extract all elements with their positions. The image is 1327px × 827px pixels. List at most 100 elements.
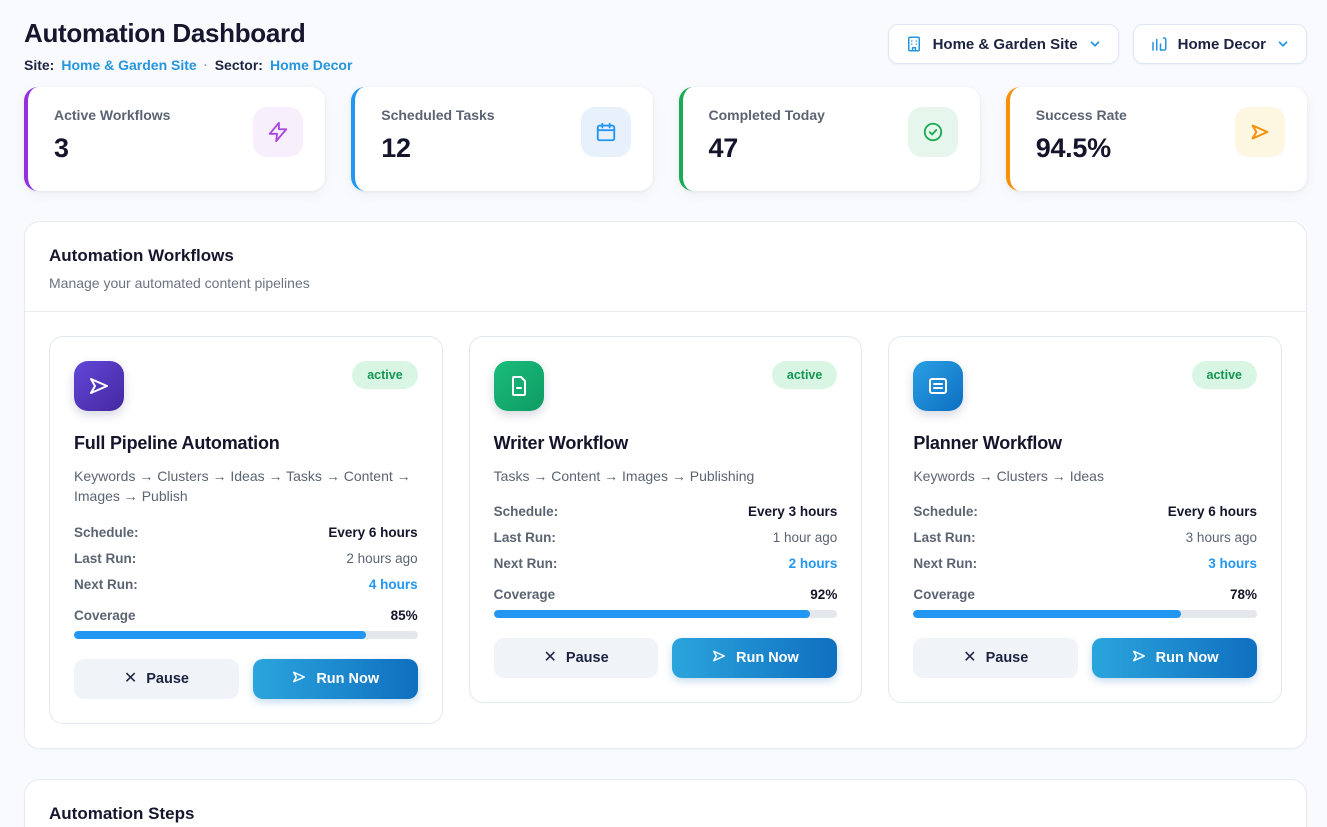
coverage-value: 92% [810, 587, 837, 602]
stat-label: Scheduled Tasks [381, 107, 494, 123]
header-left: Automation Dashboard Site: Home & Garden… [24, 18, 352, 73]
workflow-card-top: active [913, 361, 1257, 411]
pause-button[interactable]: ✕ Pause [74, 659, 239, 699]
header-dropdowns: Home & Garden Site Home Decor [888, 24, 1307, 64]
workflows-section-body: active Full Pipeline Automation Keywords… [25, 312, 1306, 748]
next-run-value: 4 hours [369, 577, 418, 592]
steps-section-title: Automation Steps [49, 804, 1282, 824]
run-now-button-label: Run Now [316, 671, 379, 687]
coverage-progress-track [913, 610, 1257, 618]
schedule-label: Schedule: [913, 504, 978, 519]
workflow-actions: ✕ Pause Run Now [74, 659, 418, 699]
stat-value: 94.5% [1036, 133, 1127, 164]
schedule-value: Every 3 hours [748, 504, 837, 519]
status-badge: active [1192, 361, 1257, 389]
site-label: Site: [24, 57, 54, 73]
last-run-value: 2 hours ago [346, 551, 417, 566]
next-run-row: Next Run: 4 hours [74, 577, 418, 592]
workflow-card-top: active [74, 361, 418, 411]
stat-value: 47 [709, 133, 825, 164]
coverage-row: Coverage 78% [913, 587, 1257, 602]
last-run-row: Last Run: 3 hours ago [913, 530, 1257, 545]
pause-button-label: Pause [566, 650, 609, 666]
stat-card-completed-today: Completed Today 47 [679, 87, 980, 191]
next-run-value: 3 hours [1208, 556, 1257, 571]
workflow-title: Planner Workflow [913, 433, 1257, 454]
workflow-description: Keywords → Clusters → Ideas → Tasks → Co… [74, 466, 418, 507]
workflows-section-title: Automation Workflows [49, 246, 1282, 266]
next-run-row: Next Run: 2 hours [494, 556, 838, 571]
status-badge: active [352, 361, 417, 389]
stat-card-success-rate: Success Rate 94.5% [1006, 87, 1307, 191]
stat-label: Completed Today [709, 107, 825, 123]
schedule-label: Schedule: [494, 504, 559, 519]
coverage-progress-track [494, 610, 838, 618]
list-icon [913, 361, 963, 411]
schedule-row: Schedule: Every 6 hours [913, 504, 1257, 519]
close-icon: ✕ [963, 650, 976, 666]
coverage-progress-fill [494, 610, 810, 618]
stat-value: 12 [381, 133, 494, 164]
breadcrumb: Site: Home & Garden Site · Sector: Home … [24, 57, 352, 73]
workflow-card-full-pipeline: active Full Pipeline Automation Keywords… [49, 336, 443, 724]
stat-label: Success Rate [1036, 107, 1127, 123]
sector-link[interactable]: Home Decor [270, 57, 352, 73]
sector-label: Sector: [215, 57, 263, 73]
stats-row: Active Workflows 3 Scheduled Tasks 12 Co… [24, 87, 1307, 191]
automation-workflows-section: Automation Workflows Manage your automat… [24, 221, 1307, 749]
calendar-icon [581, 107, 631, 157]
next-run-row: Next Run: 3 hours [913, 556, 1257, 571]
coverage-progress-fill [74, 631, 366, 639]
send-icon [291, 669, 307, 689]
stat-value: 3 [54, 133, 170, 164]
coverage-value: 85% [391, 608, 418, 623]
steps-section-header: Automation Steps Configure which steps a… [25, 780, 1306, 827]
schedule-row: Schedule: Every 6 hours [74, 525, 418, 540]
automation-dashboard-page: Automation Dashboard Site: Home & Garden… [0, 0, 1327, 827]
schedule-label: Schedule: [74, 525, 139, 540]
page-title: Automation Dashboard [24, 18, 352, 49]
sector-selector-dropdown[interactable]: Home Decor [1133, 24, 1307, 64]
close-icon: ✕ [124, 671, 137, 687]
send-icon [1235, 107, 1285, 157]
workflow-description: Tasks → Content → Images → Publishing [494, 466, 838, 486]
sector-selector-label: Home Decor [1178, 36, 1266, 53]
chevron-down-icon [1276, 37, 1290, 51]
pause-button-label: Pause [146, 671, 189, 687]
workflow-card-writer: active Writer Workflow Tasks → Content →… [469, 336, 863, 703]
coverage-progress-fill [913, 610, 1181, 618]
next-run-label: Next Run: [913, 556, 977, 571]
coverage-value: 78% [1230, 587, 1257, 602]
coverage-row: Coverage 92% [494, 587, 838, 602]
run-now-button[interactable]: Run Now [672, 638, 837, 678]
stat-card-active-workflows: Active Workflows 3 [24, 87, 325, 191]
chevron-down-icon [1088, 37, 1102, 51]
last-run-value: 3 hours ago [1186, 530, 1257, 545]
workflows-section-header: Automation Workflows Manage your automat… [25, 222, 1306, 312]
separator-dot: · [204, 58, 208, 72]
last-run-label: Last Run: [74, 551, 136, 566]
workflow-actions: ✕ Pause Run Now [913, 638, 1257, 678]
coverage-label: Coverage [913, 587, 975, 602]
site-link[interactable]: Home & Garden Site [61, 57, 196, 73]
send-icon [1131, 648, 1147, 668]
pause-button[interactable]: ✕ Pause [494, 638, 659, 678]
send-icon [711, 648, 727, 668]
workflow-title: Full Pipeline Automation [74, 433, 418, 454]
run-now-button[interactable]: Run Now [253, 659, 418, 699]
pause-button[interactable]: ✕ Pause [913, 638, 1078, 678]
close-icon: ✕ [544, 650, 557, 666]
run-now-button[interactable]: Run Now [1092, 638, 1257, 678]
coverage-progress-track [74, 631, 418, 639]
stat-text: Active Workflows 3 [54, 107, 170, 164]
site-selector-label: Home & Garden Site [933, 36, 1078, 53]
workflow-description: Keywords → Clusters → Ideas [913, 466, 1257, 486]
bar-chart-icon [1150, 35, 1168, 53]
stat-card-scheduled-tasks: Scheduled Tasks 12 [351, 87, 652, 191]
site-selector-dropdown[interactable]: Home & Garden Site [888, 24, 1119, 64]
send-icon [74, 361, 124, 411]
last-run-row: Last Run: 1 hour ago [494, 530, 838, 545]
workflow-cards-grid: active Full Pipeline Automation Keywords… [49, 336, 1282, 724]
last-run-value: 1 hour ago [773, 530, 838, 545]
coverage-row: Coverage 85% [74, 608, 418, 623]
